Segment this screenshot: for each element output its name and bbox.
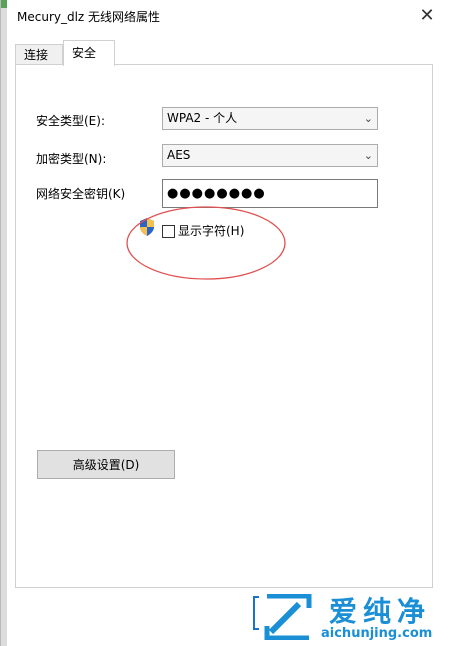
watermark-cn-text: 爱纯净 (329, 595, 432, 628)
tab-connection[interactable]: 连接 (15, 44, 63, 65)
encryption-type-select[interactable]: AES ⌄ (162, 144, 378, 167)
network-key-value: ●●●●●●●● (167, 186, 266, 201)
tab-security[interactable]: 安全 (63, 40, 115, 66)
watermark-logo-icon (264, 594, 312, 640)
advanced-settings-button[interactable]: 高级设置(D) (37, 450, 175, 479)
security-panel: 安全类型(E): WPA2 - 个人 ⌄ 加密类型(N): AES ⌄ 网络安全… (15, 64, 433, 588)
security-type-value: WPA2 - 个人 (167, 111, 238, 125)
background-window-edge (1, 0, 7, 646)
close-button[interactable]: ✕ (410, 0, 444, 30)
window-title: Mecury_dlz 无线网络属性 (17, 10, 161, 24)
close-icon: ✕ (419, 4, 435, 26)
watermark-en-text: aichunjing.com (321, 626, 433, 641)
network-key-input[interactable]: ●●●●●●●● (162, 179, 378, 208)
chevron-down-icon: ⌄ (363, 149, 373, 162)
watermark: 爱纯净 aichunjing.com (259, 590, 449, 646)
annotation-ellipse (126, 206, 286, 280)
security-type-select[interactable]: WPA2 - 个人 ⌄ (162, 107, 378, 130)
advanced-settings-label: 高级设置(D) (72, 458, 140, 472)
security-type-label: 安全类型(E): (36, 114, 105, 128)
title-bar: Mecury_dlz 无线网络属性 ✕ (7, 0, 449, 30)
encryption-type-value: AES (167, 148, 191, 162)
chevron-down-icon: ⌄ (363, 112, 373, 125)
network-key-label: 网络安全密钥(K) (36, 187, 126, 201)
properties-window: Mecury_dlz 无线网络属性 ✕ 连接 安全 安全类型(E): WPA2 … (0, 0, 449, 646)
encryption-type-label: 加密类型(N): (36, 152, 107, 166)
